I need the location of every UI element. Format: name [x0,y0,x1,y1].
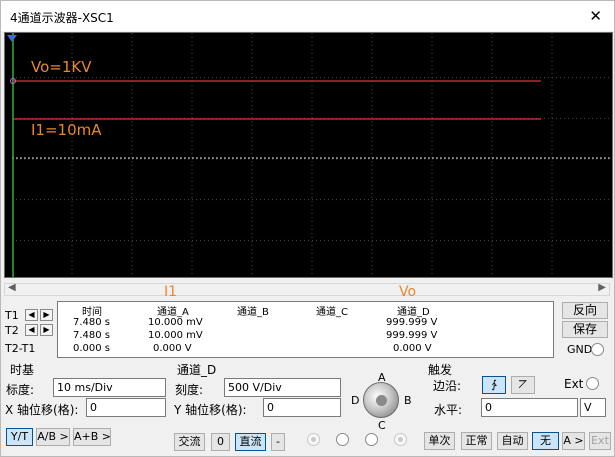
mode-yt-button[interactable]: Y/T [6,428,33,446]
channel-d-radio[interactable] [394,433,407,446]
trigger-level-label: 水平: [434,403,463,417]
t2-channel-a: 10.000 mV [148,330,203,341]
delta-time: 0.000 s [73,343,111,354]
knob-label-d: D [351,394,360,407]
channel-c-radio[interactable] [365,433,378,446]
channel-title: 通道_D [177,363,217,377]
trigger-title: 触发 [428,363,453,377]
channel-a-radio[interactable] [307,433,320,446]
oscilloscope-window: 4通道示波器-XSC1 ✕ Vo=1KV I1=10mA ◀ ▶ I1 Vo T… [0,0,615,457]
knob-label-b: B [404,394,412,407]
knob-label-c: C [378,419,386,432]
cursor-label-vo: Vo [399,284,417,300]
t2-left-arrow-icon[interactable]: ◀ [25,324,38,336]
header-channel-a: 通道_A [157,307,189,318]
horizontal-scrollbar[interactable]: ◀ ▶ [4,282,610,296]
x-position-label: X 轴位移(格): [5,403,79,417]
gnd-radio[interactable] [591,343,604,356]
coupling-dc-button[interactable]: 直流 [235,433,266,451]
channel-scale-field[interactable]: 500 V/Div [224,378,341,397]
trigger-ext-label: Ext [564,377,584,391]
trigger-a-button[interactable]: A > [562,432,585,450]
t2-right-arrow-icon[interactable]: ▶ [40,324,53,336]
measurement-readout: 时间 通道_A 通道_B 通道_C 通道_D 7.480 s 10.000 mV… [57,301,554,358]
save-button[interactable]: 保存 [562,321,608,338]
falling-edge-icon: ⦢ [518,378,528,391]
scope-grid: Vo=1KV I1=10mA [7,33,612,277]
channel-selector-knob[interactable] [363,382,399,418]
trigger-ext-radio[interactable] [586,377,599,390]
t2-time: 7.480 s [73,330,111,341]
trigger-edge-label: 边沿: [433,379,462,393]
gnd-label: GND [567,343,593,356]
t1-right-arrow-icon[interactable]: ▶ [40,309,53,321]
delta-channel-d: 0.000 V [393,343,432,354]
scroll-right-icon[interactable]: ▶ [598,282,606,293]
t2-t1-label: T2-T1 [5,342,36,355]
trigger-none-button[interactable]: 无 [532,432,559,450]
t2-label: T2 [5,324,19,337]
t2-channel-d: 999.999 V [386,330,438,341]
trace-label-i1: I1=10mA [31,121,102,139]
trace-label-vo: Vo=1KV [31,58,92,76]
t1-time: 7.480 s [73,317,111,328]
reverse-button[interactable]: 反向 [562,302,608,319]
header-time: 时间 [82,307,102,318]
t1-channel-d: 999.999 V [386,317,438,328]
t1-channel-a: 10.000 mV [148,317,203,328]
header-channel-d: 通道_D [397,307,430,318]
t1-left-arrow-icon[interactable]: ◀ [25,309,38,321]
window-title: 4通道示波器-XSC1 [10,11,114,25]
coupling-zero-button[interactable]: 0 [211,433,230,451]
mode-a-plus-b-button[interactable]: A+B > [73,428,111,446]
t1-label: T1 [5,309,19,322]
trigger-single-button[interactable]: 单次 [424,432,455,450]
cursor-handle-icon [7,35,17,42]
rising-edge-icon: ∱ [491,378,497,391]
coupling-minus-button[interactable]: - [271,433,285,451]
y-position-field[interactable]: 0 [263,398,341,417]
header-channel-c: 通道_C [316,307,348,318]
trigger-ext-button[interactable]: Ext [589,432,611,450]
coupling-ac-button[interactable]: 交流 [174,433,205,451]
timebase-title: 时基 [10,363,35,377]
mode-ab-button[interactable]: A/B > [36,428,70,446]
channel-scale-label: 刻度: [175,383,204,397]
y-position-label: Y 轴位移(格): [174,403,247,417]
title-bar: 4通道示波器-XSC1 ✕ [1,1,614,31]
trigger-normal-button[interactable]: 正常 [461,432,492,450]
scope-display: Vo=1KV I1=10mA [4,32,613,278]
edge-rising-button[interactable]: ∱ [482,376,506,394]
timebase-scale-label: 标度: [6,383,35,397]
timebase-scale-field[interactable]: 10 ms/Div [53,378,166,397]
channel-b-radio[interactable] [336,433,349,446]
delta-channel-a: 0.000 V [153,343,192,354]
trigger-level-field[interactable]: 0 [481,398,578,417]
trigger-auto-button[interactable]: 自动 [497,432,528,450]
cursor-label-i1: I1 [164,284,178,300]
scroll-left-icon[interactable]: ◀ [8,282,16,293]
edge-falling-button[interactable]: ⦢ [511,376,535,394]
close-icon[interactable]: ✕ [589,7,602,25]
header-channel-b: 通道_B [237,307,269,318]
x-position-field[interactable]: 0 [86,398,166,417]
trigger-level-unit[interactable]: V [580,398,606,417]
